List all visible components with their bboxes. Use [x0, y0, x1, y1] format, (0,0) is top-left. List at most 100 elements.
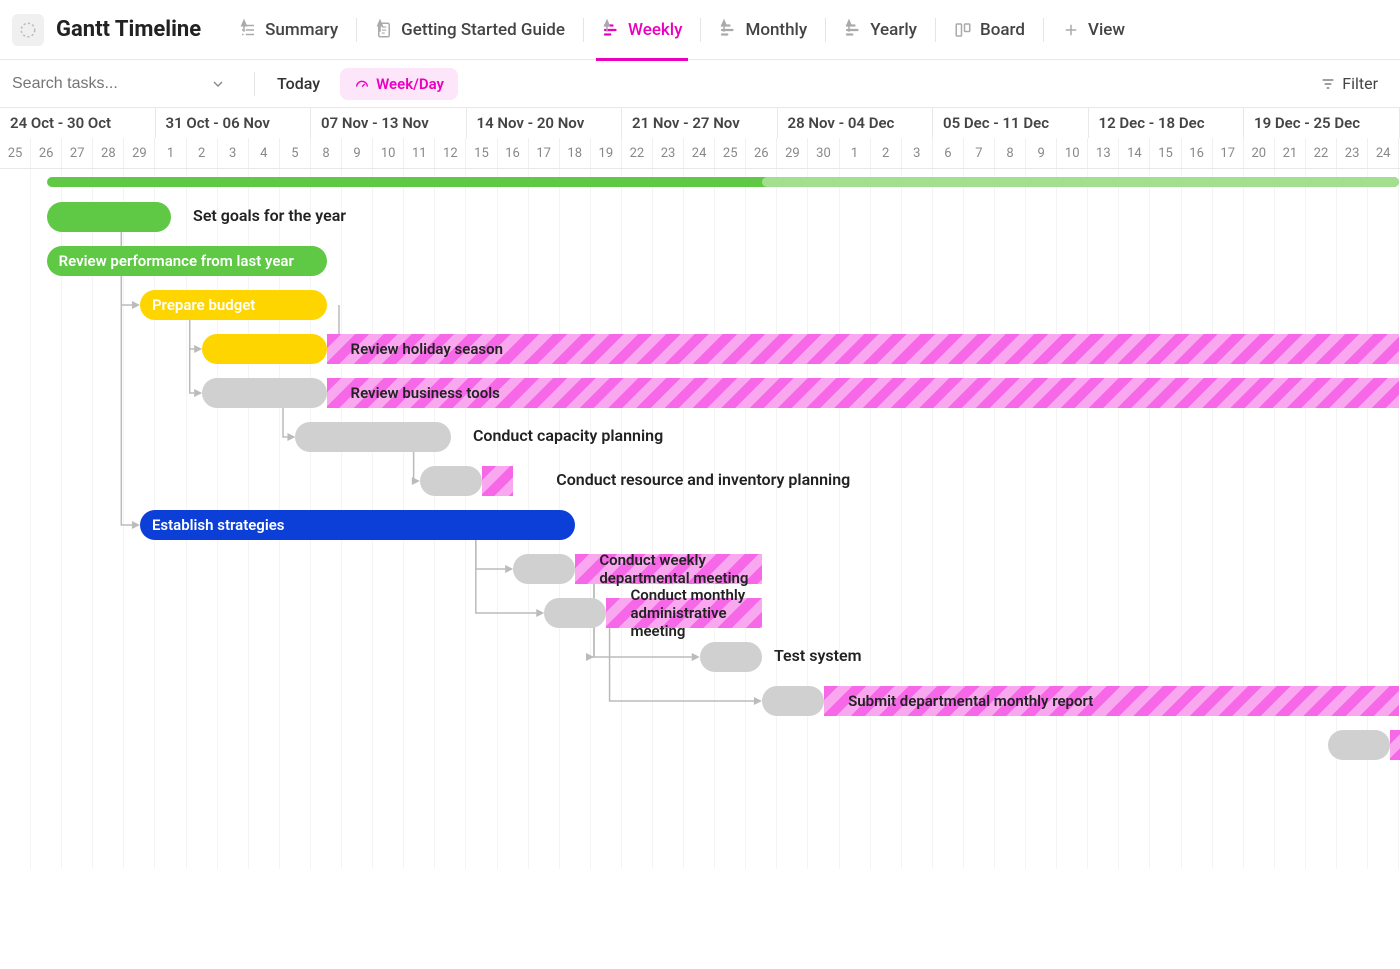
gantt-bar[interactable]: Review performance from last year [47, 246, 327, 276]
week-header: 31 Oct - 06 Nov [156, 108, 312, 138]
gantt-icon [719, 21, 737, 39]
zoom-button[interactable]: Week/Day [340, 68, 458, 100]
gantt-bar[interactable]: Review holiday season [327, 334, 1400, 364]
gantt-bar[interactable] [47, 202, 171, 232]
bar-label: Conduct monthly administrative meeting [630, 586, 762, 640]
app-icon [12, 14, 44, 46]
day-header: 9 [1026, 138, 1057, 168]
day-header: 3 [218, 138, 249, 168]
gantt-row: Set goals for the year [0, 195, 1400, 239]
gantt-bar[interactable] [1390, 730, 1400, 760]
gantt-bars: Set goals for the year Review performance… [0, 169, 1400, 767]
gantt-bar[interactable] [420, 466, 482, 496]
gantt-bar[interactable] [513, 554, 575, 584]
tab-label: Weekly [628, 20, 682, 40]
filter-button[interactable]: Filter [1310, 68, 1388, 99]
day-header: 24 [684, 138, 715, 168]
page-title: Gantt Timeline [56, 17, 201, 42]
tab-monthly[interactable]: Monthly [701, 0, 825, 60]
day-header: 16 [1182, 138, 1213, 168]
day-header: 12 [435, 138, 466, 168]
day-header: 25 [715, 138, 746, 168]
tab-weekly[interactable]: Weekly [584, 0, 700, 60]
gantt-bar[interactable] [202, 378, 326, 408]
bar-label: Review business tools [351, 384, 500, 402]
gantt-row: Conduct weekly departmental meeting [0, 547, 1400, 591]
tab-board[interactable]: Board [936, 0, 1043, 60]
timeline-header: 24 Oct - 30 Oct31 Oct - 06 Nov07 Nov - 1… [0, 108, 1400, 169]
day-header: 20 [1244, 138, 1275, 168]
day-header: 14 [1119, 138, 1150, 168]
week-header: 07 Nov - 13 Nov [311, 108, 467, 138]
bar-label: Conduct resource and inventory planning [556, 470, 850, 489]
day-header: 30 [808, 138, 839, 168]
chevron-down-icon[interactable] [210, 76, 226, 92]
board-icon [954, 21, 972, 39]
filter-icon [1320, 76, 1336, 92]
tab-view[interactable]: View [1044, 0, 1143, 60]
gantt-bar[interactable]: Prepare budget [140, 290, 327, 320]
gantt-bar[interactable] [295, 422, 451, 452]
doc-icon [375, 21, 393, 39]
gantt-row: Establish strategies [0, 503, 1400, 547]
gantt-bar[interactable] [700, 642, 762, 672]
separator [254, 72, 255, 96]
tab-label: View [1088, 20, 1125, 40]
day-header: 23 [1337, 138, 1368, 168]
loading-icon [19, 21, 37, 39]
tab-label: Board [980, 20, 1025, 40]
week-header: 21 Nov - 27 Nov [622, 108, 778, 138]
gantt-row: Prepare budget [0, 283, 1400, 327]
gantt-bar[interactable]: Conduct weekly departmental meeting [575, 554, 762, 584]
gantt-row [0, 723, 1400, 767]
today-button[interactable]: Today [267, 68, 330, 99]
gantt-row: Conduct resource and inventory planning [0, 459, 1400, 503]
day-header: 22 [1306, 138, 1337, 168]
bar-label: Review holiday season [351, 340, 503, 358]
filter-label: Filter [1342, 74, 1378, 93]
week-header: 12 Dec - 18 Dec [1089, 108, 1245, 138]
gantt-bar[interactable]: Review business tools [327, 378, 1400, 408]
search-wrap [12, 75, 242, 93]
day-header: 18 [560, 138, 591, 168]
bar-label: Submit departmental monthly report [848, 692, 1093, 710]
day-header: 10 [1057, 138, 1088, 168]
gantt-bar[interactable]: Conduct monthly administrative meeting [606, 598, 762, 628]
gantt-body[interactable]: Set goals for the year Review performance… [0, 169, 1400, 869]
day-header: 23 [653, 138, 684, 168]
tab-getting-started-guide[interactable]: Getting Started Guide [357, 0, 583, 60]
gantt-bar[interactable]: Establish strategies [140, 510, 575, 540]
day-header: 29 [777, 138, 808, 168]
day-header: 27 [62, 138, 93, 168]
gantt-bar[interactable]: Submit departmental monthly report [824, 686, 1399, 716]
day-header: 17 [1213, 138, 1244, 168]
gantt-row: Submit departmental monthly report [0, 679, 1400, 723]
tab-yearly[interactable]: Yearly [826, 0, 935, 60]
day-header: 7 [964, 138, 995, 168]
gantt-bar[interactable] [202, 334, 326, 364]
day-header: 21 [1275, 138, 1306, 168]
tab-label: Yearly [870, 20, 917, 40]
gantt-bar[interactable] [544, 598, 606, 628]
week-header: 19 Dec - 25 Dec [1244, 108, 1400, 138]
day-header: 29 [124, 138, 155, 168]
gantt-bar[interactable] [1328, 730, 1390, 760]
gantt-bar[interactable] [762, 177, 1400, 187]
bar-label: Conduct weekly departmental meeting [599, 551, 762, 587]
plus-icon [1062, 21, 1080, 39]
gantt-bar[interactable] [482, 466, 513, 496]
tab-summary[interactable]: Summary [221, 0, 356, 60]
day-header: 13 [1088, 138, 1119, 168]
day-header: 9 [342, 138, 373, 168]
day-header: 15 [466, 138, 497, 168]
tabs: SummaryGetting Started Guide Weekly Monthl… [221, 0, 1388, 60]
search-input[interactable] [12, 75, 202, 93]
day-header: 16 [498, 138, 529, 168]
day-header: 24 [1368, 138, 1399, 168]
week-header: 05 Dec - 11 Dec [933, 108, 1089, 138]
day-header: 15 [1150, 138, 1181, 168]
day-header: 26 [746, 138, 777, 168]
gantt-row [0, 169, 1400, 195]
week-header: 28 Nov - 04 Dec [778, 108, 934, 138]
gantt-bar[interactable] [762, 686, 824, 716]
